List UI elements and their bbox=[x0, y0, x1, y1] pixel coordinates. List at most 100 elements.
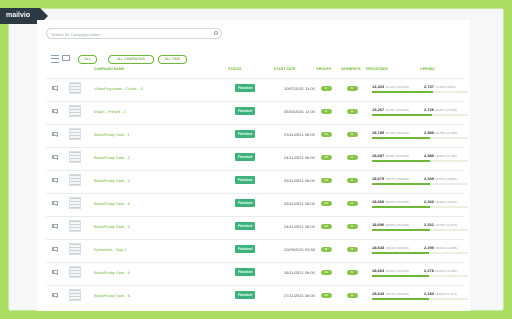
campaign-row[interactable]: VideoProposals - Christ... 3 Finished 10… bbox=[46, 78, 468, 97]
campaign-panel: Search for Campaign Name ALL ALL CAMPAIG… bbox=[37, 20, 470, 311]
campaign-thumbnail[interactable] bbox=[69, 148, 84, 166]
search-input[interactable]: Search for Campaign Name bbox=[46, 28, 222, 39]
campaign-thumbnail[interactable] bbox=[69, 240, 84, 258]
campaign-row[interactable]: Eyeschets - Day 2 Finished 20/09/2021 09… bbox=[46, 239, 468, 258]
opened-progress-bar bbox=[424, 159, 468, 162]
campaign-thumbnail[interactable] bbox=[69, 263, 84, 281]
segments-cell: 0 bbox=[346, 217, 358, 235]
campaign-thumbnail[interactable] bbox=[69, 125, 84, 143]
opened-cell: 2,349 18,675 (12.58%) bbox=[424, 171, 470, 189]
campaign-name-link[interactable]: BlackFriday Sale - 2 bbox=[94, 148, 204, 166]
campaign-row[interactable]: BlackFriday Sale - 3 Finished 24/11/2021… bbox=[46, 216, 468, 235]
campaign-name-link[interactable]: BlackFriday Sale - 6 bbox=[94, 263, 204, 281]
status-badge-wrap: Finished bbox=[235, 148, 259, 166]
campaign-row[interactable]: BlackFriday Sale - 2 Finished 24/11/2021… bbox=[46, 147, 468, 166]
mail-icon bbox=[52, 194, 60, 212]
campaign-row[interactable]: BlackFriday Sale - 1 Finished 23/11/2021… bbox=[46, 124, 468, 143]
header-campaign-name[interactable]: CAMPAIGN NAME bbox=[94, 67, 124, 71]
campaign-name-link[interactable]: VideoProposals - Christ... 3 bbox=[94, 79, 204, 97]
groups-cell: 14 bbox=[320, 171, 332, 189]
segments-cell: 0 bbox=[346, 79, 358, 97]
opened-progress-fill bbox=[424, 90, 434, 93]
mail-icon bbox=[52, 263, 60, 281]
opened-progress-fill bbox=[424, 251, 430, 254]
campaign-thumbnail[interactable] bbox=[69, 217, 84, 235]
processed-detail: 13,323 (100.00%) bbox=[385, 84, 410, 89]
list-view-icon[interactable] bbox=[51, 55, 59, 63]
opened-detail: 18,643 (12.28%) bbox=[435, 245, 458, 250]
opened-detail: 18,687 (12.74%) bbox=[435, 153, 458, 158]
opened-detail: 18,675 (12.58%) bbox=[435, 176, 458, 181]
processed-value: 18,789 bbox=[372, 129, 385, 135]
campaign-name-link[interactable]: BlackFriday Sale - 3 bbox=[94, 217, 204, 235]
opened-value: 2,737 bbox=[424, 83, 435, 89]
campaign-thumbnail[interactable] bbox=[69, 102, 84, 120]
campaign-row[interactable]: BlackFriday Sale - 4 Finished 25/11/2021… bbox=[46, 170, 468, 189]
campaign-name-link[interactable]: BlackFriday Sale - 1 bbox=[94, 125, 204, 143]
opened-progress-bar bbox=[424, 182, 468, 185]
opened-detail: 13,323 (20.5%) bbox=[435, 84, 456, 89]
status-badge-wrap: Finished bbox=[235, 194, 259, 212]
campaign-row[interactable]: kGain - Presell - 1 Finished 25/04/2021 … bbox=[46, 101, 468, 120]
processed-cell: 18,696 18,696 (100.00%) bbox=[372, 217, 430, 235]
processed-progress-bar bbox=[372, 228, 428, 231]
segments-count-badge: 0 bbox=[346, 246, 358, 252]
opened-cell: 2,183 18,643 (11.71%) bbox=[424, 286, 470, 304]
campaign-name-link[interactable]: kGain - Presell - 1 bbox=[94, 102, 204, 120]
campaign-thumbnail[interactable] bbox=[69, 286, 84, 304]
processed-progress-fill bbox=[372, 205, 428, 208]
filter-campaigns-dropdown[interactable]: ALL CAMPAIGNS bbox=[108, 55, 154, 64]
processed-value: 18,666 bbox=[372, 198, 385, 204]
status-badge-wrap: Finished bbox=[235, 263, 259, 281]
groups-count-badge: 14 bbox=[320, 269, 332, 275]
opened-detail: 18,696 (12.47%) bbox=[435, 222, 458, 227]
header-opened[interactable]: OPENED bbox=[420, 67, 435, 71]
mail-icon bbox=[52, 79, 60, 97]
header-start-date[interactable]: START DATE bbox=[274, 67, 296, 71]
processed-progress-fill bbox=[372, 182, 428, 185]
processed-value: 18,663 bbox=[372, 267, 385, 273]
opened-progress-bar bbox=[424, 90, 468, 93]
opened-progress-fill bbox=[424, 113, 432, 116]
groups-count-badge: 14 bbox=[320, 131, 332, 137]
segments-cell: 0 bbox=[346, 125, 358, 143]
opened-cell: 2,586 18,789 (13.76%) bbox=[424, 125, 470, 143]
processed-value: 13,323 bbox=[372, 83, 385, 89]
status-badge: Finished bbox=[235, 130, 256, 138]
campaign-name-link[interactable]: BlackFriday Sale - 4 bbox=[94, 171, 204, 189]
mail-icon bbox=[52, 240, 60, 258]
processed-progress-bar bbox=[372, 159, 428, 162]
campaign-thumbnail[interactable] bbox=[69, 79, 84, 97]
header-groups[interactable]: GROUPS bbox=[316, 67, 331, 71]
opened-progress-bar bbox=[424, 297, 468, 300]
campaign-row[interactable]: BlackFriday Sale - 6 Finished 26/11/2021… bbox=[46, 262, 468, 281]
processed-detail: 18,696 (100.00%) bbox=[385, 222, 410, 227]
grid-view-icon[interactable] bbox=[62, 55, 70, 61]
groups-count-badge: 14 bbox=[320, 200, 332, 206]
processed-cell: 13,323 13,323 (100.00%) bbox=[372, 79, 430, 97]
processed-progress-fill bbox=[372, 90, 428, 93]
header-status[interactable]: STATUS bbox=[228, 67, 241, 71]
status-badge-wrap: Finished bbox=[235, 125, 259, 143]
filter-all-dropdown[interactable]: ALL bbox=[78, 55, 97, 64]
groups-cell: 14 bbox=[320, 125, 332, 143]
filter-time-dropdown[interactable]: ALL TIME bbox=[158, 55, 187, 64]
header-segments[interactable]: SEGMENTS bbox=[341, 67, 361, 71]
segments-cell: 0 bbox=[346, 263, 358, 281]
campaign-row[interactable]: BlackFriday Sale - 5 Finished 25/11/2021… bbox=[46, 193, 468, 212]
campaign-name-link[interactable]: BlackFriday Sale - 5 bbox=[94, 194, 204, 212]
mail-icon bbox=[52, 286, 60, 304]
campaign-row[interactable]: BlackFriday Sale - 8 Finished 27/11/2021… bbox=[46, 285, 468, 304]
campaign-name-link[interactable]: BlackFriday Sale - 8 bbox=[94, 286, 204, 304]
segments-cell: 0 bbox=[346, 102, 358, 120]
opened-value: 2,331 bbox=[424, 221, 435, 227]
campaign-name-link[interactable]: Eyeschets - Day 2 bbox=[94, 240, 204, 258]
campaign-thumbnail[interactable] bbox=[69, 171, 84, 189]
mail-icon bbox=[52, 171, 60, 189]
campaign-thumbnail[interactable] bbox=[69, 194, 84, 212]
status-badge: Finished bbox=[235, 107, 256, 115]
processed-cell: 18,643 18,643 (100.00%) bbox=[372, 240, 430, 258]
opened-detail: 18,789 (13.76%) bbox=[435, 130, 458, 135]
header-processed[interactable]: PROCESSED bbox=[366, 67, 388, 71]
processed-detail: 18,643 (100.00%) bbox=[385, 245, 410, 250]
